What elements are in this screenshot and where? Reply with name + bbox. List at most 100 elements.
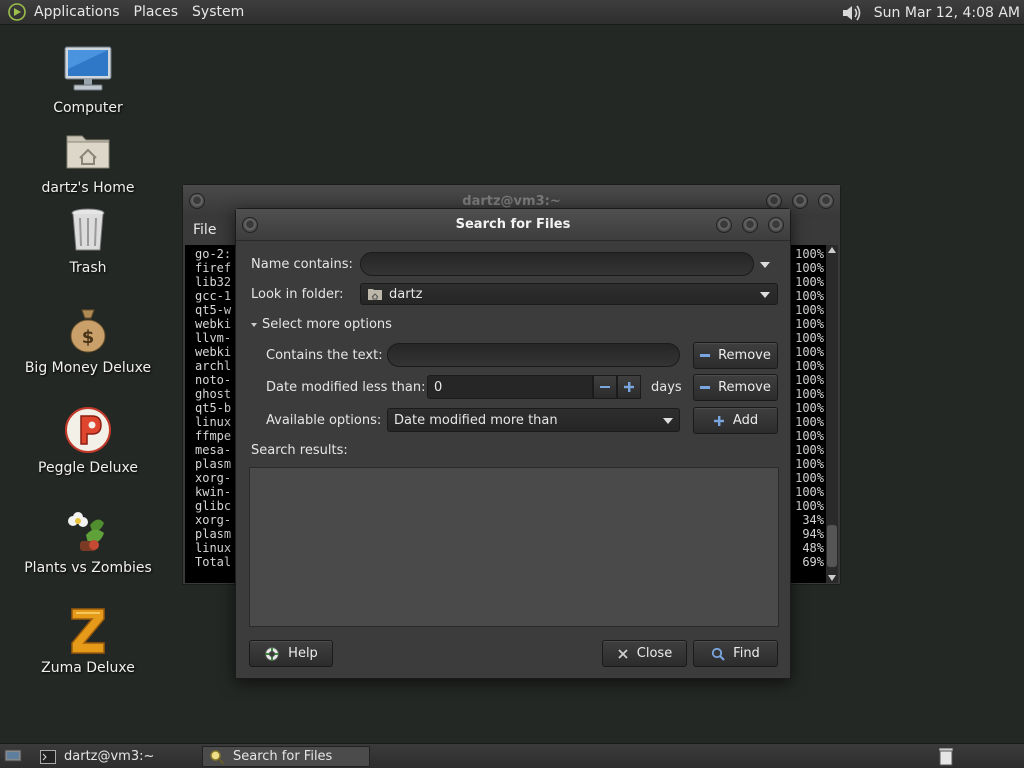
add-option-button[interactable]: Add xyxy=(693,407,778,434)
close-icon[interactable] xyxy=(768,217,784,233)
terminal-line: qt5-b xyxy=(195,401,232,415)
terminal-scrollbar[interactable] xyxy=(826,245,838,583)
terminal-line-percent: 100% xyxy=(795,415,824,429)
search-icon xyxy=(210,749,225,764)
increment-button[interactable] xyxy=(617,375,641,399)
trash-applet-icon[interactable] xyxy=(938,747,955,766)
search-icon xyxy=(712,647,725,661)
remove-date-button[interactable]: Remove xyxy=(693,374,778,401)
window-menu-icon[interactable] xyxy=(242,217,258,233)
terminal-line: linux xyxy=(195,541,232,555)
desktop-icon-label: Plants vs Zombies xyxy=(24,560,152,576)
terminal-title: dartz@vm3:~ xyxy=(462,193,561,209)
desktop-icon-computer[interactable]: Computer xyxy=(13,44,163,116)
decrement-button[interactable] xyxy=(593,375,617,399)
terminal-file-menu[interactable]: File xyxy=(193,222,216,238)
scroll-up-icon[interactable] xyxy=(828,247,836,253)
desktop-icon-label: dartz's Home xyxy=(41,180,135,196)
terminal-line: glibc xyxy=(195,499,232,513)
desktop-icon-peggle[interactable]: Peggle Deluxe xyxy=(13,404,163,476)
more-options-expander[interactable]: Select more options xyxy=(251,317,392,332)
distro-logo-icon[interactable] xyxy=(6,1,28,23)
maximize-icon[interactable] xyxy=(742,217,758,233)
close-button[interactable]: Close xyxy=(602,640,687,667)
svg-text:$: $ xyxy=(82,327,95,348)
terminal-line: kwin- xyxy=(195,485,232,499)
places-menu[interactable]: Places xyxy=(134,4,179,20)
money-bag-icon: $ xyxy=(62,304,114,356)
find-button[interactable]: Find xyxy=(693,640,778,667)
terminal-line-percent: 100% xyxy=(795,499,824,513)
dialog-titlebar[interactable]: Search for Files xyxy=(236,209,790,241)
terminal-line: Total xyxy=(195,555,232,569)
terminal-line-percent: 100% xyxy=(795,443,824,457)
terminal-line-percent: 100% xyxy=(795,303,824,317)
terminal-line-percent: 100% xyxy=(795,429,824,443)
system-menu[interactable]: System xyxy=(192,4,244,20)
plus-icon xyxy=(713,415,724,426)
maximize-icon[interactable] xyxy=(792,193,808,209)
minimize-icon[interactable] xyxy=(766,193,782,209)
terminal-line-percent: 100% xyxy=(795,331,824,345)
terminal-line: llvm- xyxy=(195,331,232,345)
look-in-folder-combo[interactable]: dartz xyxy=(360,283,778,305)
minus-icon xyxy=(600,386,610,388)
trash-icon xyxy=(62,204,114,256)
terminal-line-percent: 69% xyxy=(802,555,824,569)
desktop-icon-trash[interactable]: Trash xyxy=(13,204,163,276)
close-icon[interactable] xyxy=(818,193,834,209)
terminal-line-percent: 100% xyxy=(795,401,824,415)
terminal-line-percent: 48% xyxy=(802,541,824,555)
available-options-combo[interactable]: Date modified more than xyxy=(387,408,680,432)
chevron-down-icon xyxy=(663,418,673,424)
dialog-title: Search for Files xyxy=(455,217,571,232)
help-button[interactable]: Help xyxy=(249,640,333,667)
terminal-line-percent: 100% xyxy=(795,289,824,303)
terminal-line-percent: 100% xyxy=(795,247,824,261)
show-desktop-icon[interactable] xyxy=(4,748,22,764)
search-results-list[interactable] xyxy=(249,467,779,627)
zuma-icon xyxy=(62,604,114,656)
desktop-icon-pvz[interactable]: Plants vs Zombies xyxy=(13,504,163,576)
date-modified-less-input[interactable]: 0 xyxy=(427,375,593,399)
terminal-line: go-2: xyxy=(195,247,232,261)
minus-icon xyxy=(700,386,711,389)
taskbar-item-terminal[interactable]: dartz@vm3:~ xyxy=(34,746,196,767)
name-history-dropdown-icon[interactable] xyxy=(760,262,770,268)
volume-icon[interactable] xyxy=(838,2,866,24)
terminal-line: lib32 xyxy=(195,275,232,289)
terminal-line-percent: 100% xyxy=(795,359,824,373)
desktop-icon-label: Peggle Deluxe xyxy=(38,460,138,476)
terminal-line-percent: 100% xyxy=(795,457,824,471)
desktop-icon-label: Computer xyxy=(53,100,123,116)
search-dialog[interactable]: Search for Files Name contains: Look in … xyxy=(235,208,791,679)
terminal-line: gcc-1 xyxy=(195,289,232,303)
name-contains-input[interactable] xyxy=(360,252,754,276)
taskbar-item-search[interactable]: Search for Files xyxy=(202,746,370,767)
expander-arrow-icon xyxy=(251,322,257,327)
desktop-icon-home[interactable]: dartz's Home xyxy=(13,124,163,196)
terminal-line: firef xyxy=(195,261,232,275)
days-label: days xyxy=(651,380,682,395)
contains-text-input[interactable] xyxy=(387,343,680,367)
terminal-percent-column: 100% 100% 100% 100% 100% 100% 100% 100% 100% 100%… xyxy=(795,247,824,569)
search-results-label: Search results: xyxy=(251,443,348,458)
look-in-folder-label: Look in folder: xyxy=(251,287,344,302)
window-menu-icon[interactable] xyxy=(189,193,205,209)
applications-menu[interactable]: Applications xyxy=(34,4,120,20)
bottom-panel: dartz@vm3:~ Search for Files xyxy=(0,743,1024,768)
date-modified-less-label: Date modified less than: xyxy=(266,380,426,395)
minimize-icon[interactable] xyxy=(716,217,732,233)
top-panel: Applications Places System Sun Mar 12, 4… xyxy=(0,0,1024,25)
terminal-line: ffmpe xyxy=(195,429,232,443)
terminal-line-percent: 100% xyxy=(795,275,824,289)
terminal-line-percent: 94% xyxy=(802,527,824,541)
desktop-icon-zuma[interactable]: Zuma Deluxe xyxy=(13,604,163,676)
clock[interactable]: Sun Mar 12, 4:08 AM xyxy=(874,5,1020,21)
available-options-label: Available options: xyxy=(266,413,382,428)
terminal-line: noto- xyxy=(195,373,232,387)
scroll-down-icon[interactable] xyxy=(828,575,836,581)
scrollbar-thumb[interactable] xyxy=(827,525,837,567)
remove-contains-text-button[interactable]: Remove xyxy=(693,342,778,369)
desktop-icon-big-money[interactable]: $ Big Money Deluxe xyxy=(13,304,163,376)
